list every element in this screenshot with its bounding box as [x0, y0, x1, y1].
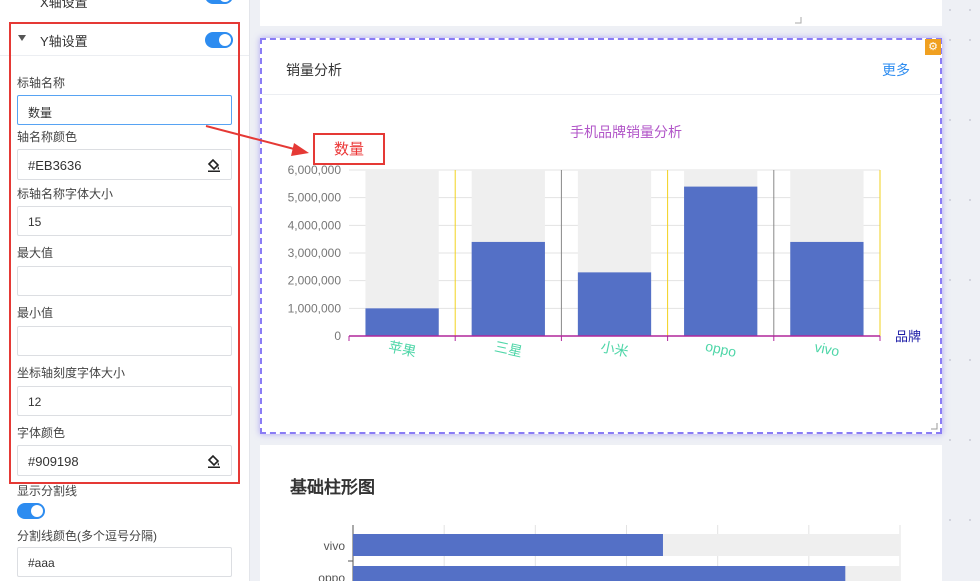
- y-tick-label: 2,000,000: [288, 274, 342, 288]
- chart-title: 手机品牌销量分析: [570, 124, 682, 140]
- x-tick-label: 苹果: [387, 338, 418, 359]
- chart-overlay: 手机品牌销量分析 0 1,000,000 2,000,000 3,000,000 4,00…: [205, 124, 921, 581]
- h-category-label: oppo: [318, 571, 345, 581]
- h-bar: [353, 534, 663, 556]
- y-tick-label: 1,000,000: [288, 301, 342, 315]
- x-tick-label: 三星: [493, 338, 524, 359]
- horizontal-bar-chart: vivo oppo: [318, 525, 901, 581]
- x-tick-label: vivo: [813, 339, 841, 360]
- y-tick-label: 5,000,000: [288, 191, 342, 205]
- y-tick-label: 0: [334, 329, 341, 343]
- y-tick-label: 6,000,000: [288, 163, 342, 177]
- x-tick-label: 小米: [599, 338, 630, 359]
- y-tick-label: 4,000,000: [288, 218, 342, 232]
- x-axis-name: 品牌: [895, 329, 921, 344]
- h-category-label: vivo: [324, 539, 346, 553]
- arrow-head-icon: [291, 143, 309, 156]
- bar: [577, 272, 652, 336]
- bar: [365, 308, 439, 336]
- main-bar-chart: 手机品牌销量分析 0 1,000,000 2,000,000 3,000,000 4,00…: [288, 124, 921, 360]
- bar: [684, 186, 758, 336]
- x-tick-label: oppo: [704, 338, 738, 360]
- y-tick-label: 3,000,000: [288, 246, 342, 260]
- bar: [790, 241, 864, 336]
- h-bar: [353, 566, 846, 581]
- app-root: X轴设置 Y轴设置 标轴名称 数量 轴名称颜色 #EB3636 标轴名称字体大小…: [0, 0, 980, 581]
- bar: [471, 241, 545, 336]
- annotation-arrow: [205, 125, 309, 156]
- y-axis-name: 数量: [334, 141, 364, 158]
